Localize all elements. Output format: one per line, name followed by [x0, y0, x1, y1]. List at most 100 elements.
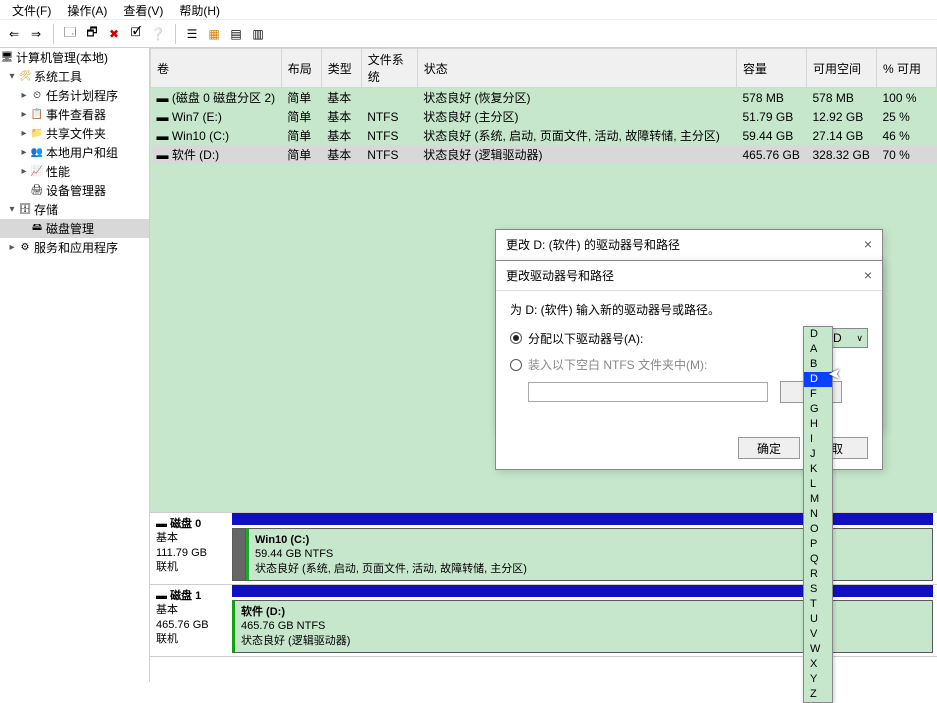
refresh-icon[interactable]: 🗗	[82, 24, 102, 44]
tree-scheduler[interactable]: ▸ ⏲ 任务计划程序	[0, 86, 149, 105]
tree-label: 共享文件夹	[46, 125, 106, 142]
tree-label: 本地用户和组	[46, 144, 118, 161]
delete-icon[interactable]: ✖	[104, 24, 124, 44]
col-type[interactable]: 类型	[321, 49, 361, 88]
disk0-reserved[interactable]	[232, 528, 246, 581]
drive-letter-option[interactable]: D	[804, 327, 832, 342]
chevron-right-icon: ▸	[18, 109, 30, 120]
drive-letter-option[interactable]: L	[804, 477, 832, 492]
table-row[interactable]: ▬ 软件 (D:)简单基本NTFS状态良好 (逻辑驱动器)465.76 GB32…	[151, 145, 937, 164]
table-cell: NTFS	[361, 126, 417, 145]
table-cell: ▬ 软件 (D:)	[151, 145, 282, 164]
table-cell	[361, 88, 417, 108]
tile-icon[interactable]: ▤	[226, 24, 246, 44]
disk-icon: ▬	[156, 518, 170, 530]
drive-letter-option[interactable]: I	[804, 432, 832, 447]
col-volume[interactable]: 卷	[151, 49, 282, 88]
menu-action[interactable]: 操作(A)	[59, 0, 115, 19]
radio-icon	[510, 359, 522, 371]
mount-path-input[interactable]	[528, 382, 768, 402]
table-cell: 基本	[321, 126, 361, 145]
menu-file[interactable]: 文件(F)	[4, 0, 59, 19]
chevron-right-icon: ▸	[6, 242, 18, 253]
radio-mount-label: 装入以下空白 NTFS 文件夹中(M):	[528, 356, 707, 373]
tree-systools[interactable]: ▾ 🛠 系统工具	[0, 67, 149, 86]
dlg2-title: 更改驱动器号和路径	[506, 267, 614, 284]
tree-devmgr[interactable]: 🖨 设备管理器	[0, 181, 149, 200]
table-row[interactable]: ▬ Win10 (C:)简单基本NTFS状态良好 (系统, 启动, 页面文件, …	[151, 126, 937, 145]
log-icon: 📋	[30, 109, 44, 120]
tree-event[interactable]: ▸ 📋 事件查看器	[0, 105, 149, 124]
tree-perf[interactable]: ▸ 📈 性能	[0, 162, 149, 181]
tree-diskmgmt[interactable]: 🖴 磁盘管理	[0, 219, 149, 238]
drive-letter-option[interactable]: F	[804, 387, 832, 402]
drive-letter-option[interactable]: T	[804, 597, 832, 612]
drive-letter-option[interactable]: S	[804, 582, 832, 597]
disk1-info[interactable]: ▬ 磁盘 1 基本 465.76 GB 联机	[150, 585, 232, 656]
detail-icon[interactable]: ▥	[248, 24, 268, 44]
table-row[interactable]: ▬ Win7 (E:)简单基本NTFS状态良好 (主分区)51.79 GB12.…	[151, 107, 937, 126]
cursor-icon: ➤	[828, 364, 841, 384]
disk1-vol-size: 465.76 GB NTFS	[241, 620, 325, 632]
close-icon[interactable]: ×	[864, 267, 872, 284]
menu-view[interactable]: 查看(V)	[115, 0, 171, 19]
drive-letter-option[interactable]: O	[804, 522, 832, 537]
disk1-vol-status: 状态良好 (逻辑驱动器)	[241, 635, 350, 647]
dlg1-title: 更改 D: (软件) 的驱动器号和路径	[506, 236, 680, 253]
drive-letter-option[interactable]: J	[804, 447, 832, 462]
drive-letter-option[interactable]: G	[804, 402, 832, 417]
tree-root[interactable]: 🖥 计算机管理(本地)	[0, 48, 149, 67]
drive-letter-option[interactable]: U	[804, 612, 832, 627]
radio-icon	[510, 332, 522, 344]
table-cell: 51.79 GB	[737, 107, 807, 126]
disk-icon: 🖴	[30, 220, 44, 237]
drive-letter-option[interactable]: Q	[804, 552, 832, 567]
computer-icon: 🖥	[0, 52, 14, 63]
drive-letter-option[interactable]: V	[804, 627, 832, 642]
back-icon[interactable]: ⇐	[4, 24, 24, 44]
disk0-vol-size: 59.44 GB NTFS	[255, 548, 333, 560]
col-pct[interactable]: % 可用	[877, 49, 937, 88]
col-status[interactable]: 状态	[417, 49, 736, 88]
table-row[interactable]: ▬ (磁盘 0 磁盘分区 2)简单基本状态良好 (恢复分区)578 MB578 …	[151, 88, 937, 108]
menu-help[interactable]: 帮助(H)	[171, 0, 228, 19]
drive-letter-option[interactable]: Y	[804, 672, 832, 687]
drive-letter-option[interactable]: P	[804, 537, 832, 552]
drive-letter-option[interactable]: W	[804, 642, 832, 657]
tree-label: 事件查看器	[46, 106, 106, 123]
view-icon[interactable]: 🗔	[60, 24, 80, 44]
clock-icon: ⏲	[30, 90, 44, 101]
disk0-info[interactable]: ▬ 磁盘 0 基本 111.79 GB 联机	[150, 513, 232, 584]
col-cap[interactable]: 容量	[737, 49, 807, 88]
grid-icon[interactable]: ▦	[204, 24, 224, 44]
props-icon[interactable]: 🗹	[126, 24, 146, 44]
tree-services[interactable]: ▸ ⚙ 服务和应用程序	[0, 238, 149, 257]
tree-storage[interactable]: ▾ 🗄 存储	[0, 200, 149, 219]
tree-users[interactable]: ▸ 👥 本地用户和组	[0, 143, 149, 162]
drive-letter-option[interactable]: H	[804, 417, 832, 432]
drive-letter-option[interactable]: K	[804, 462, 832, 477]
help-icon[interactable]: ❔	[148, 24, 168, 44]
list-icon[interactable]: ☰	[182, 24, 202, 44]
chevron-down-icon: ▾	[6, 71, 18, 82]
drive-letter-option[interactable]: M	[804, 492, 832, 507]
drive-letter-select[interactable]: D ∨	[828, 328, 868, 348]
drive-letter-option[interactable]: A	[804, 342, 832, 357]
col-layout[interactable]: 布局	[281, 49, 321, 88]
close-icon[interactable]: ×	[864, 236, 872, 253]
drive-letter-option[interactable]: X	[804, 657, 832, 672]
drive-letter-option[interactable]: R	[804, 567, 832, 582]
selected-letter: D	[833, 331, 842, 345]
forward-icon[interactable]: ⇒	[26, 24, 46, 44]
dlg2-ok-button[interactable]: 确定	[738, 437, 800, 459]
chevron-right-icon: ▸	[18, 90, 30, 101]
disk0-vol-status: 状态良好 (系统, 启动, 页面文件, 活动, 故障转储, 主分区)	[255, 563, 527, 575]
tools-icon: 🛠	[18, 71, 32, 82]
drive-letter-option[interactable]: Z	[804, 687, 832, 702]
table-cell: 简单	[281, 126, 321, 145]
col-fs[interactable]: 文件系统	[361, 49, 417, 88]
drive-letter-option[interactable]: N	[804, 507, 832, 522]
col-free[interactable]: 可用空间	[807, 49, 877, 88]
volume-table[interactable]: 卷 布局 类型 文件系统 状态 容量 可用空间 % 可用 ▬ (磁盘 0 磁盘分…	[150, 48, 937, 164]
tree-shared[interactable]: ▸ 📁 共享文件夹	[0, 124, 149, 143]
